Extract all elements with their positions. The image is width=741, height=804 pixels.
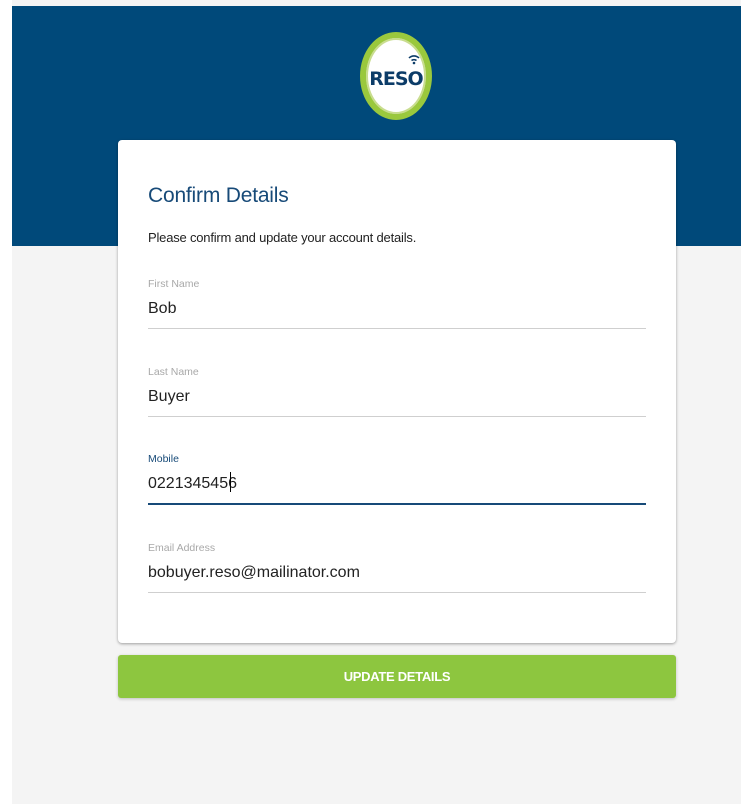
mobile-label: Mobile (148, 453, 179, 465)
mobile-underline (148, 503, 646, 505)
reso-logo: RESO (360, 32, 432, 120)
last-name-underline (148, 416, 646, 417)
text-cursor (230, 472, 231, 492)
form-instructions: Please confirm and update your account d… (148, 230, 417, 245)
email-field: Email Address (148, 542, 646, 598)
email-input[interactable] (148, 560, 646, 586)
update-details-button[interactable]: UPDATE DETAILS (118, 655, 676, 698)
first-name-field: First Name (148, 278, 646, 334)
page-background: RESO Confirm Details Please confirm and … (12, 0, 741, 804)
first-name-input[interactable] (148, 296, 646, 322)
last-name-label: Last Name (148, 366, 199, 378)
last-name-input[interactable] (148, 384, 646, 410)
mobile-input[interactable] (148, 471, 646, 497)
first-name-underline (148, 328, 646, 329)
mobile-field: Mobile (148, 453, 646, 509)
email-underline (148, 592, 646, 593)
page-title: Confirm Details (148, 184, 289, 207)
logo-text: RESO (369, 68, 423, 90)
last-name-field: Last Name (148, 366, 646, 422)
confirm-details-card: Confirm Details Please confirm and updat… (118, 140, 676, 643)
first-name-label: First Name (148, 278, 200, 290)
wifi-signal-icon (408, 55, 420, 65)
email-label: Email Address (148, 542, 216, 554)
